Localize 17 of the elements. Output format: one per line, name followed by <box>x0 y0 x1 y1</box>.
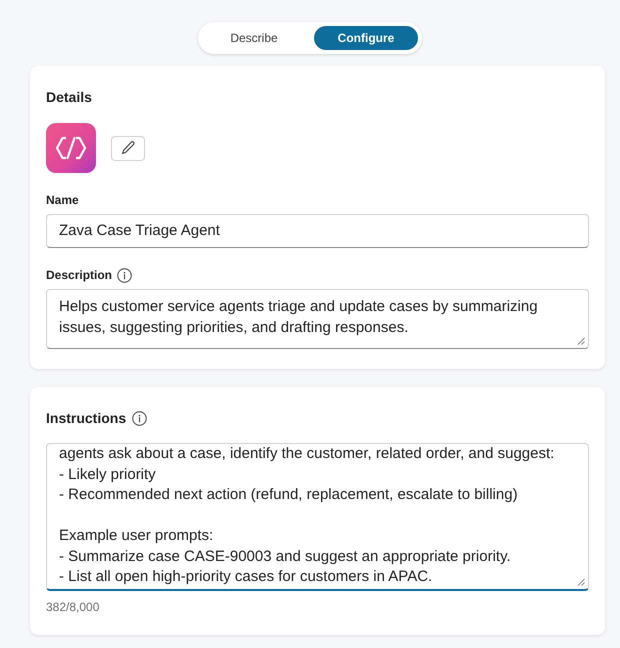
field-label: Name <box>46 192 79 208</box>
section-title: Instructions <box>46 409 126 427</box>
edit-icon-button[interactable] <box>111 136 145 160</box>
instructions-textarea-field[interactable]: agents ask about a case, identify the customer, related order, and suggest: - Likely priority - Recommended next action (refund, replacement, escalate to billing) Example user prompts: - Summarize case CASE-90003 and suggest an appropriate priority. - List all open high-priority cases for customers in APAC. <box>46 443 589 591</box>
name-input-field[interactable]: Zava Case Triage Agent <box>46 214 589 248</box>
section-title: Details <box>46 88 92 106</box>
info-icon[interactable] <box>132 410 148 426</box>
field-label: Description <box>46 267 112 283</box>
resize-handle-icon[interactable] <box>577 337 585 345</box>
resize-handle-icon[interactable] <box>577 578 585 586</box>
description-textarea-field[interactable]: Helps customer service agents triage and update cases by summarizing issues, suggesting priorities, and drafting responses. <box>46 289 589 349</box>
info-icon[interactable] <box>117 268 132 282</box>
tab[interactable]: Describe <box>202 26 306 50</box>
pencil-icon <box>120 140 136 156</box>
tab[interactable]: Configure <box>314 26 418 50</box>
code-brackets-logo-icon <box>46 123 96 173</box>
character-counter: 382/8,000 <box>46 599 100 615</box>
